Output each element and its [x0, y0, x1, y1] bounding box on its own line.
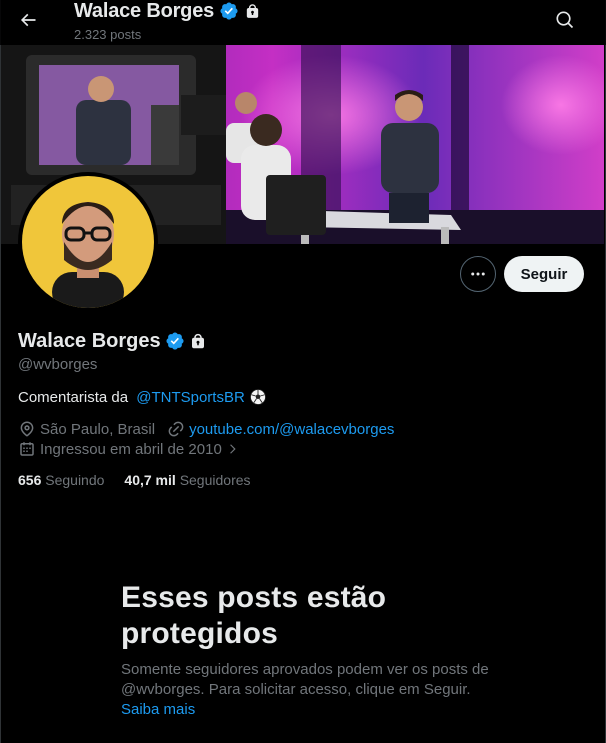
followers-label: Seguidores	[179, 472, 251, 488]
following-stat[interactable]: 656 Seguindo	[18, 472, 104, 488]
protected-title: Esses posts estão protegidos	[121, 581, 387, 650]
lock-icon	[191, 333, 204, 348]
protected-body-text: Somente seguidores aprovados podem ver o…	[121, 661, 489, 698]
lock-icon	[246, 3, 259, 18]
protected-body: Somente seguidores aprovados podem ver o…	[121, 660, 491, 720]
link-icon	[168, 421, 184, 437]
back-button[interactable]	[10, 2, 46, 38]
more-icon	[471, 272, 485, 276]
website: youtube.com/@walacevborges	[167, 420, 394, 438]
header-name: Walace Borges	[74, 0, 215, 22]
verified-badge-icon	[220, 2, 238, 20]
location-icon	[20, 421, 34, 437]
followers-count: 40,7 mil	[124, 472, 176, 488]
handle: @wvborges	[18, 356, 98, 373]
back-arrow-icon	[20, 13, 36, 27]
location: São Paulo, Brasil	[18, 420, 155, 438]
learn-more-link[interactable]: Saiba mais	[121, 701, 195, 718]
header-title: Walace Borges 2.323 posts	[74, 0, 261, 42]
protected-notice: Esses posts estão protegidos Somente seg…	[121, 580, 491, 720]
location-text: São Paulo, Brasil	[40, 420, 156, 438]
follow-stats: 656 Seguindo 40,7 mil Seguidores	[18, 472, 271, 488]
search-button[interactable]	[547, 2, 583, 38]
joined-row[interactable]: Ingressou em abril de 2010	[18, 440, 240, 458]
website-link[interactable]: youtube.com/@walacevborges	[189, 421, 394, 438]
display-name: Walace Borges	[18, 329, 161, 352]
joined: Ingressou em abril de 2010	[18, 440, 222, 458]
chevron-right-icon	[229, 444, 236, 454]
top-bar: Walace Borges 2.323 posts	[0, 0, 606, 45]
bio-text: Comentarista da	[18, 388, 133, 406]
more-options-button[interactable]	[460, 256, 496, 292]
bio: Comentarista da @TNTSportsBR	[18, 388, 267, 406]
following-label: Seguindo	[45, 472, 105, 488]
bio-mention-link[interactable]: @TNTSportsBR	[136, 389, 245, 406]
verified-badge-icon[interactable]	[165, 331, 185, 351]
joined-text: Ingressou em abril de 2010	[40, 440, 222, 458]
avatar[interactable]	[18, 172, 158, 312]
followers-stat[interactable]: 40,7 mil Seguidores	[124, 472, 250, 488]
profile-name-row: Walace Borges	[18, 329, 207, 353]
profile-meta-row: São Paulo, Brasil youtube.com/@walacevbo…	[18, 420, 406, 438]
follow-button[interactable]: Seguir	[504, 256, 584, 292]
search-icon	[556, 11, 574, 29]
following-count: 656	[18, 472, 42, 488]
posts-count: 2.323 posts	[74, 27, 142, 42]
calendar-icon	[20, 442, 34, 456]
avatar-image	[22, 176, 154, 308]
soccer-ball-icon	[249, 389, 266, 405]
